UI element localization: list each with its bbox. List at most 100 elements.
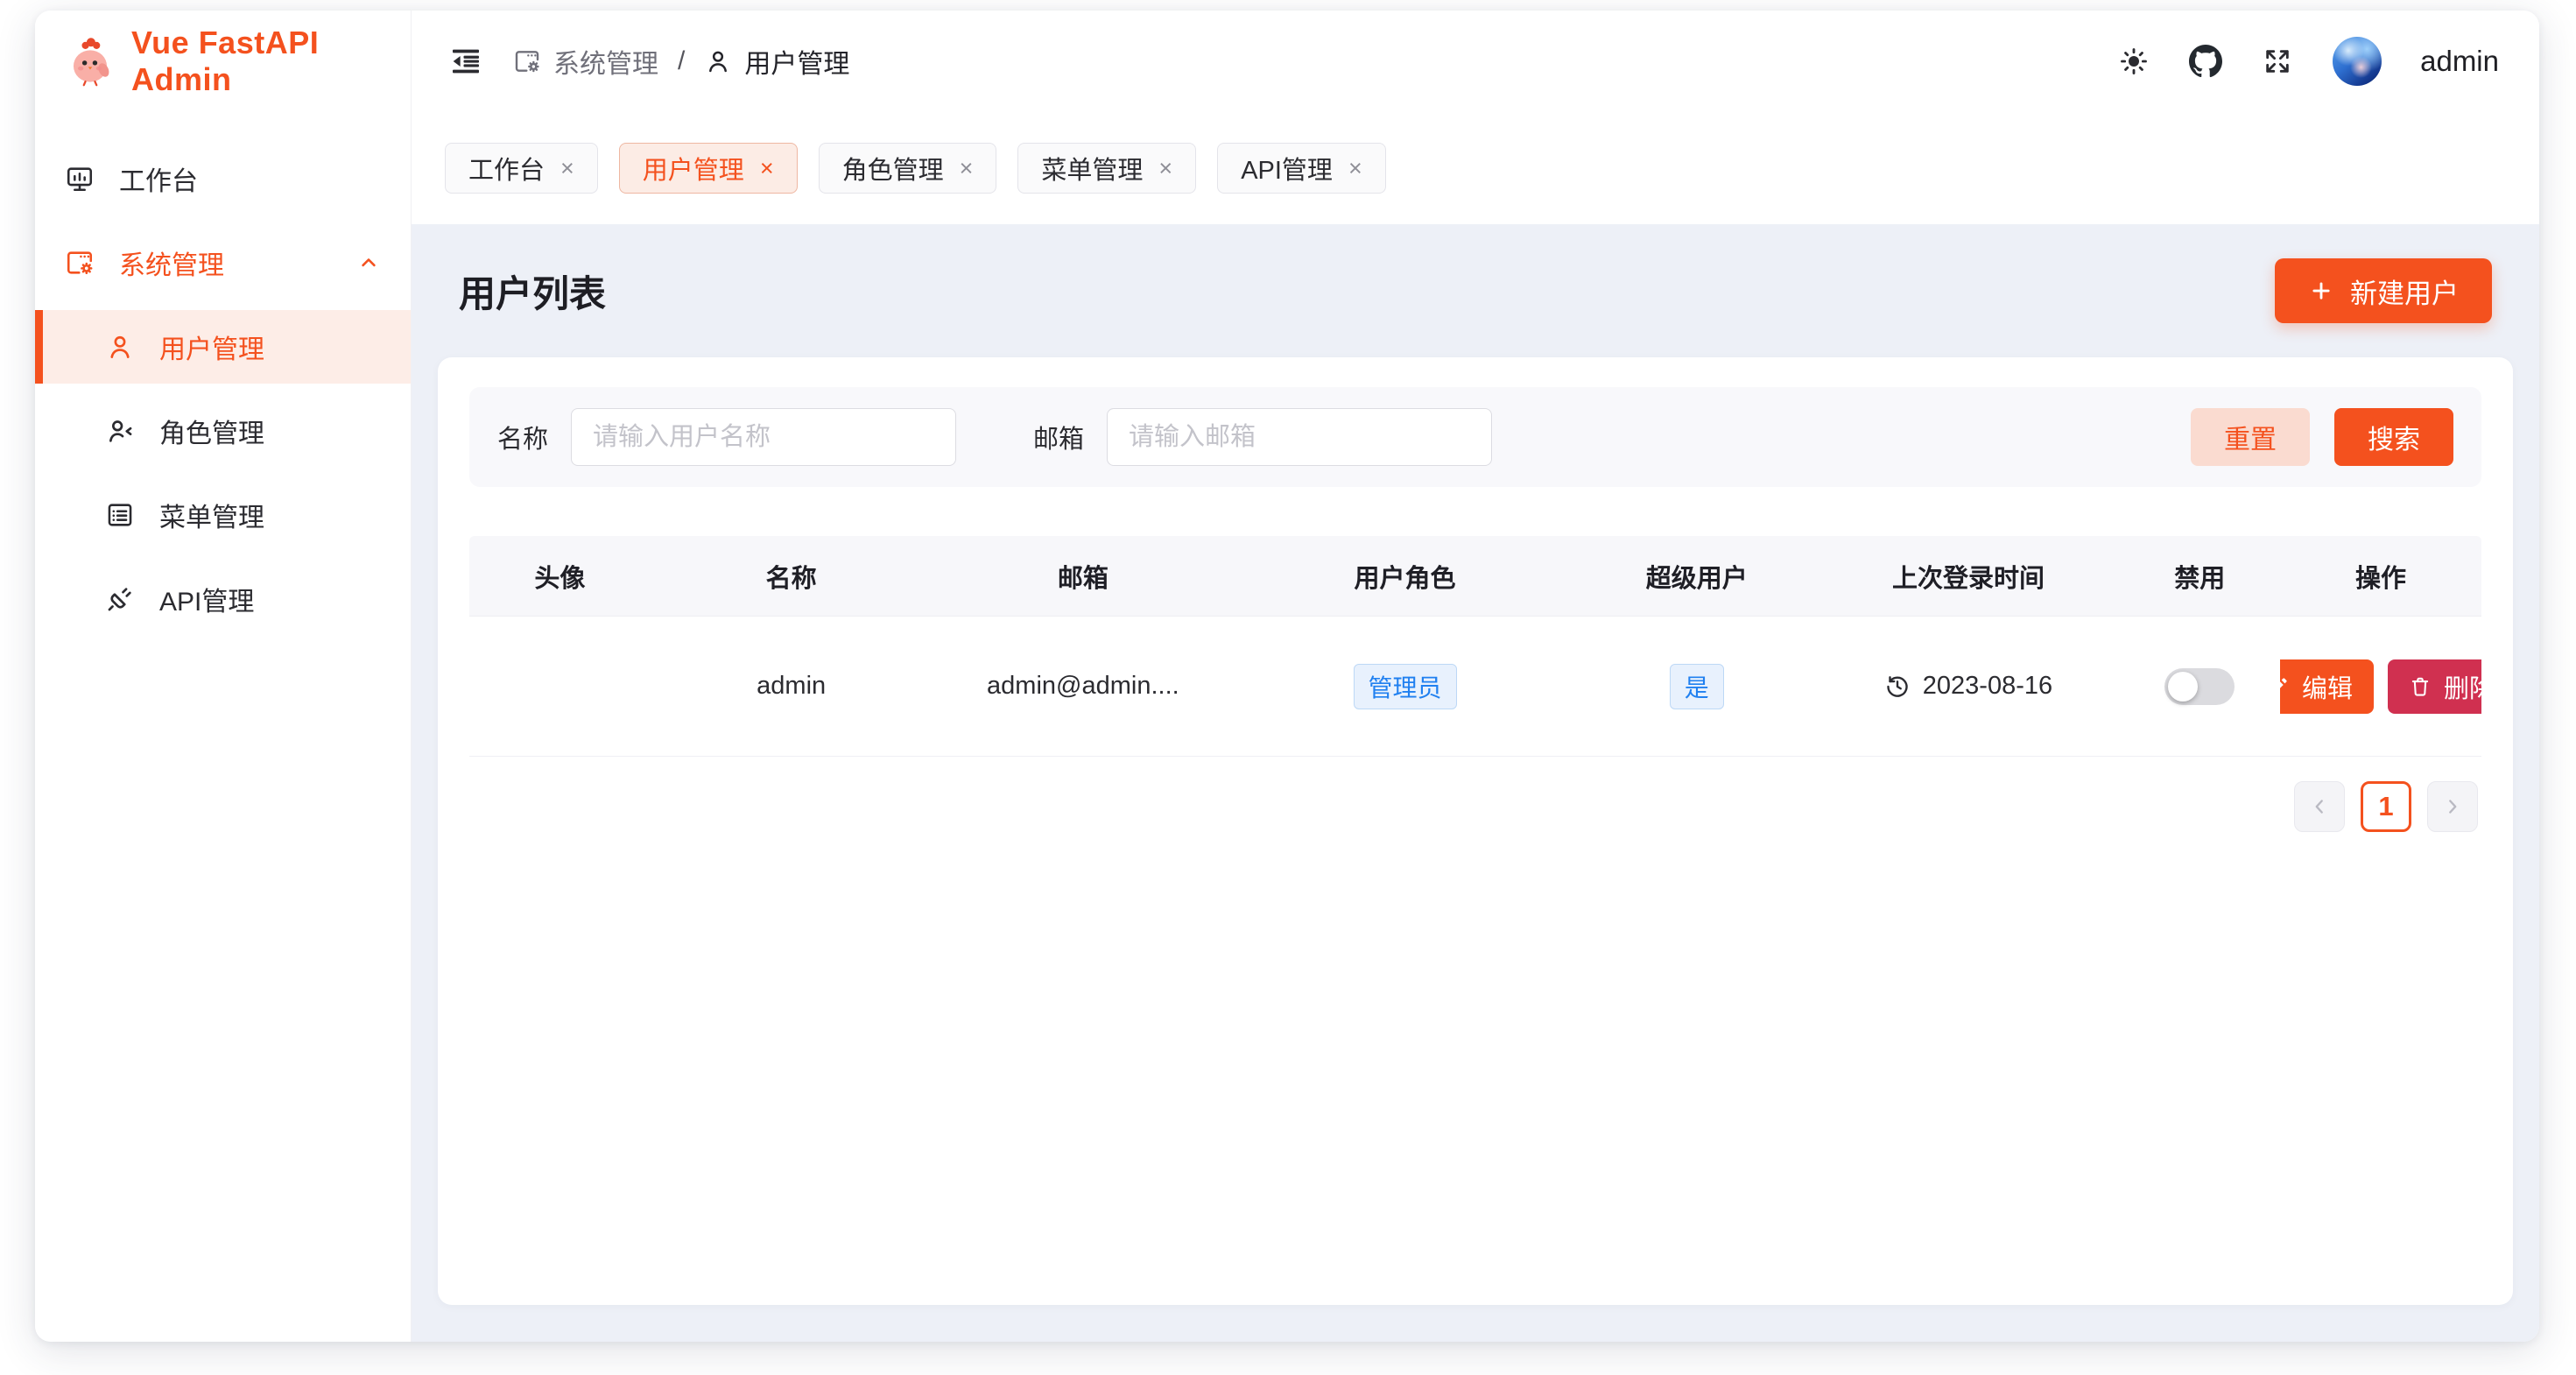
breadcrumb-item-users[interactable]: 用户管理 [704, 42, 849, 81]
main-area: 系统管理 / 用户管理 [412, 11, 2539, 1342]
sidebar-item-label: 角色管理 [159, 412, 264, 450]
chick-logo-icon [65, 36, 116, 87]
user-check-icon [105, 416, 135, 446]
breadcrumb: 系统管理 / 用户管理 [513, 42, 849, 81]
email-field-label: 邮箱 [1033, 419, 1084, 455]
breadcrumb-item-system[interactable]: 系统管理 [513, 42, 658, 81]
tab-label: 用户管理 [643, 150, 744, 187]
tab-api-management[interactable]: API管理 × [1217, 143, 1386, 194]
github-icon[interactable] [2189, 45, 2222, 78]
tab-bar: 工作台 × 用户管理 × 角色管理 × 菜单管理 × API管理 × [412, 112, 2539, 224]
reset-button[interactable]: 重置 [2191, 408, 2310, 466]
user-icon [105, 332, 135, 362]
col-name: 名称 [651, 536, 933, 616]
col-disabled: 禁用 [2119, 536, 2280, 616]
name-input[interactable] [571, 408, 956, 466]
tab-label: 菜单管理 [1041, 150, 1143, 187]
tab-workbench[interactable]: 工作台 × [445, 143, 598, 194]
cell-name: admin [651, 617, 933, 756]
email-input[interactable] [1107, 408, 1492, 466]
sidebar: Vue FastAPI Admin 工作台 [35, 11, 412, 1342]
chevron-up-icon [356, 250, 381, 275]
search-actions: 重置 搜索 [2191, 408, 2453, 466]
tab-close-icon[interactable]: × [1158, 157, 1172, 180]
tab-role-management[interactable]: 角色管理 × [819, 143, 997, 194]
api-plug-icon [105, 584, 135, 614]
chevron-right-icon [2441, 795, 2464, 818]
tab-user-management[interactable]: 用户管理 × [619, 143, 798, 194]
breadcrumb-label: 系统管理 [553, 42, 658, 81]
edit-button-label: 编辑 [2302, 668, 2353, 705]
pagination-next-button[interactable] [2427, 781, 2478, 832]
search-button[interactable]: 搜索 [2334, 408, 2453, 466]
page-content: 用户列表 新建用户 名称 邮箱 [412, 224, 2539, 1342]
sidebar-item-label: 工作台 [119, 159, 198, 198]
menu-list-icon [105, 500, 135, 530]
sidebar-item-role-management[interactable]: 角色管理 [35, 394, 411, 468]
breadcrumb-label: 用户管理 [744, 42, 849, 81]
edit-button[interactable]: 编辑 [2280, 659, 2374, 714]
sidebar-item-menu-management[interactable]: 菜单管理 [35, 478, 411, 552]
name-field-label: 名称 [497, 419, 548, 455]
new-user-button[interactable]: 新建用户 [2275, 258, 2492, 323]
tab-close-icon[interactable]: × [560, 157, 574, 180]
toggle-knob [2168, 672, 2198, 702]
sidebar-item-user-management[interactable]: 用户管理 [35, 310, 411, 384]
app-logo[interactable]: Vue FastAPI Admin [35, 11, 411, 112]
sidebar-item-workbench[interactable]: 工作台 [35, 142, 411, 215]
clock-icon [1884, 673, 1911, 700]
app-title: Vue FastAPI Admin [131, 25, 411, 98]
sidebar-item-label: 菜单管理 [159, 496, 264, 534]
disabled-toggle[interactable] [2164, 668, 2235, 705]
user-icon [704, 47, 732, 75]
col-superuser: 超级用户 [1576, 536, 1818, 616]
delete-button[interactable]: 删除 [2388, 659, 2481, 714]
fullscreen-icon[interactable] [2261, 45, 2294, 78]
delete-button-label: 删除 [2444, 668, 2481, 705]
user-list-card: 名称 邮箱 重置 搜索 头像 名称 [438, 357, 2513, 1305]
tab-label: 工作台 [468, 150, 545, 187]
col-actions: 操作 [2280, 536, 2481, 616]
new-user-button-label: 新建用户 [2350, 271, 2459, 311]
edit-pencil-icon [2280, 675, 2290, 698]
cell-role: 管理员 [1234, 617, 1576, 756]
cell-last-login: 2023-08-16 [1818, 617, 2120, 756]
tab-label: 角色管理 [842, 150, 944, 187]
sidebar-item-label: API管理 [159, 580, 254, 618]
tab-close-icon[interactable]: × [760, 157, 774, 180]
cell-avatar [469, 617, 651, 756]
tab-label: API管理 [1241, 150, 1333, 187]
system-window-gear-icon [513, 47, 541, 75]
cell-superuser: 是 [1576, 617, 1818, 756]
name-field-group: 名称 [497, 408, 956, 466]
table-row: admin admin@admin.... 管理员 是 [469, 617, 2481, 757]
page-title: 用户列表 [459, 264, 606, 318]
col-email: 邮箱 [933, 536, 1235, 616]
topbar: 系统管理 / 用户管理 [412, 11, 2539, 112]
sidebar-item-api-management[interactable]: API管理 [35, 562, 411, 636]
superuser-tag: 是 [1670, 664, 1724, 709]
cell-email: admin@admin.... [933, 617, 1235, 756]
tab-close-icon[interactable]: × [960, 157, 974, 180]
pagination-page-1[interactable]: 1 [2361, 781, 2411, 832]
system-window-gear-icon [65, 248, 95, 278]
pagination-prev-button[interactable] [2294, 781, 2345, 832]
monitor-icon [65, 164, 95, 194]
tab-menu-management[interactable]: 菜单管理 × [1017, 143, 1196, 194]
col-avatar: 头像 [469, 536, 651, 616]
theme-sun-icon[interactable] [2117, 45, 2150, 78]
username[interactable]: admin [2420, 45, 2499, 78]
topbar-actions: admin [2117, 37, 2499, 86]
delete-trash-icon [2409, 675, 2432, 698]
cell-actions: 编辑 删除 [2280, 617, 2481, 756]
avatar[interactable] [2333, 37, 2382, 86]
plus-icon [2308, 278, 2334, 304]
table-header-row: 头像 名称 邮箱 用户角色 超级用户 上次登录时间 禁用 操作 [469, 536, 2481, 617]
tab-close-icon[interactable]: × [1348, 157, 1362, 180]
sidebar-item-system[interactable]: 系统管理 [35, 226, 411, 300]
collapse-sidebar-icon[interactable] [448, 44, 483, 79]
pagination: 1 [469, 781, 2481, 832]
search-panel: 名称 邮箱 重置 搜索 [469, 387, 2481, 487]
col-role: 用户角色 [1234, 536, 1576, 616]
chevron-left-icon [2308, 795, 2331, 818]
